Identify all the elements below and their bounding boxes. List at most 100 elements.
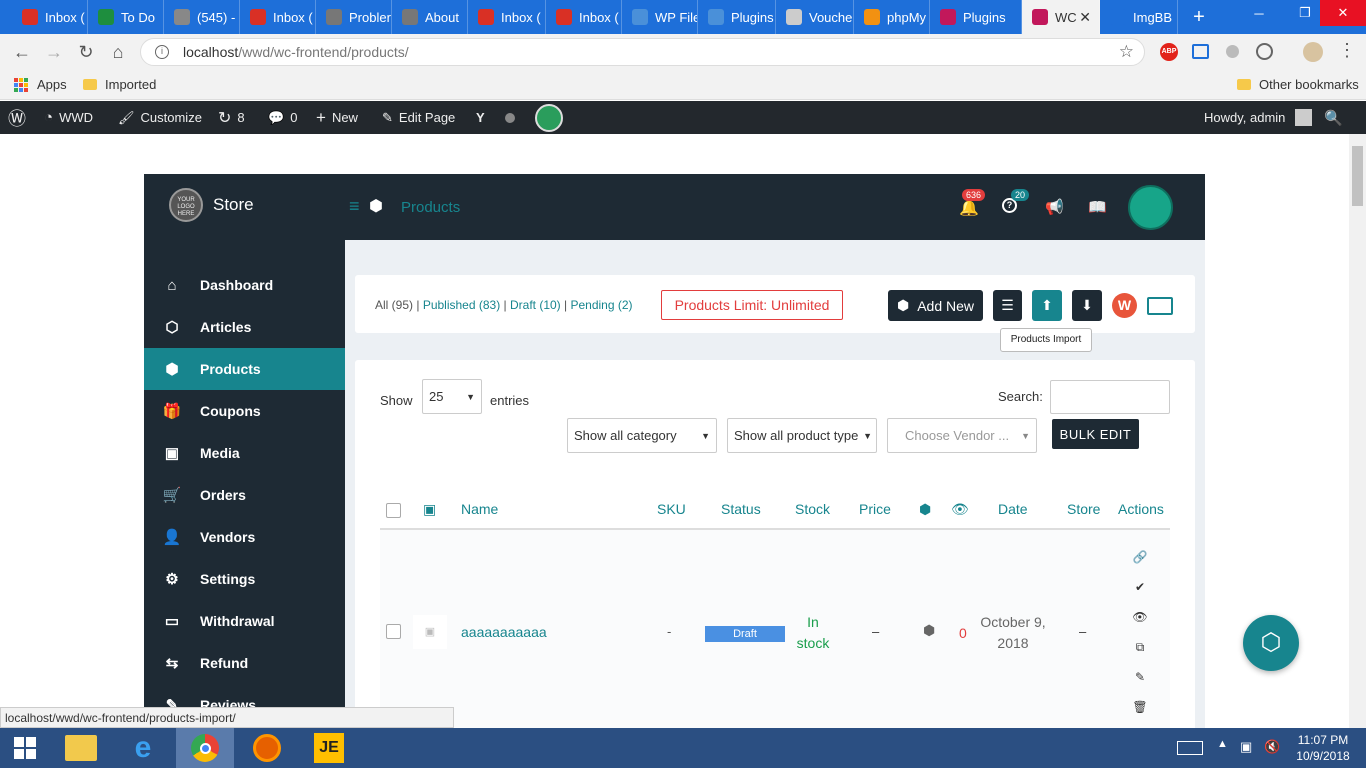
browser-tab[interactable]: ImgBB [1100,0,1178,34]
forward-icon[interactable]: → [38,34,70,70]
sidebar-item-dashboard[interactable]: ⌂ Dashboard [144,264,345,306]
info-icon[interactable]: i [155,45,169,59]
extension-circle-icon[interactable] [1226,45,1239,58]
filter-draft[interactable]: Draft (10) [510,298,561,312]
new-content-link[interactable]: + New [316,101,358,134]
browser-tab[interactable]: WP File [622,0,698,34]
user-avatar[interactable] [1128,185,1173,230]
store-logo[interactable]: YOUR LOGO HERE [169,188,203,222]
vendor-select[interactable]: Choose Vendor ... ▼ [887,418,1037,453]
browser-tab[interactable]: About [392,0,468,34]
sidebar-item-withdrawal[interactable]: ▭ Withdrawal [144,600,345,642]
reload-icon[interactable]: ↻ [70,34,102,70]
other-bookmarks[interactable]: Other bookmarks [1237,77,1359,92]
search-input[interactable] [1050,380,1170,414]
site-name-link[interactable]: ◔ WWD [44,101,93,134]
keyboard-icon[interactable] [1177,741,1203,755]
sidebar-item-products[interactable]: ⬢ Products [144,348,345,390]
knowledgebase-book-icon[interactable]: 📖 [1088,198,1107,216]
start-windows-icon[interactable] [0,728,50,768]
sidebar-item-settings[interactable]: ⚙ Settings [144,558,345,600]
new-tab-button[interactable]: + [1186,4,1212,30]
close-window-button[interactable]: ✕ [1320,0,1366,26]
volume-icon[interactable]: 🔇 [1264,739,1280,755]
notification-bell-icon[interactable]: 🔔 [959,198,979,218]
howdy-admin-link[interactable]: Howdy, admin [1204,101,1313,134]
category-filter-select[interactable]: Show all category ▼ [567,418,717,453]
sidebar-item-orders[interactable]: 🛒 Orders [144,474,345,516]
select-all-checkbox[interactable] [386,503,401,518]
browser-tab[interactable]: Inbox ( [546,0,622,34]
home-icon[interactable]: ⌂ [102,34,134,70]
firefox-icon[interactable] [238,728,296,768]
file-explorer-icon[interactable] [52,728,110,768]
sidebar-item-coupons[interactable]: 🎁 Coupons [144,390,345,432]
sidebar-item-media[interactable]: ▣ Media [144,432,345,474]
add-new-button[interactable]: ⬢ Add New [888,290,983,321]
link-icon[interactable]: 🔗 [1126,542,1154,572]
browser-tab[interactable]: Inbox ( [12,0,88,34]
menu-toggle-icon[interactable]: ≡ [349,196,360,217]
browser-tab[interactable]: (545) - [164,0,240,34]
floating-cube-button[interactable]: ⬡ [1243,615,1299,671]
column-status[interactable]: Status [721,501,761,517]
scrollbar-thumb[interactable] [1352,146,1363,206]
profile-avatar-icon[interactable] [1303,42,1323,62]
column-sku[interactable]: SKU [657,501,686,517]
browser-tab[interactable]: Plugins [930,0,1022,34]
view-eye-icon[interactable]: 👁 [1126,602,1154,632]
internet-explorer-icon[interactable]: e [114,728,172,768]
column-price[interactable]: Price [859,501,891,517]
wordpress-logo-icon[interactable]: Ⓦ [8,101,26,134]
browser-tab[interactable]: Probler [316,0,392,34]
updates-link[interactable]: ↻ 8 [218,101,245,134]
apps-bookmark[interactable]: Apps [14,77,67,92]
close-tab-icon[interactable]: ✕ [1079,9,1091,26]
extension-sync-icon[interactable] [1256,43,1273,60]
browser-tab[interactable]: To Do [88,0,164,34]
products-export-button[interactable]: ⬇ [1072,290,1102,321]
sidebar-item-refund[interactable]: ⇆ Refund [144,642,345,684]
product-name-link[interactable]: aaaaaaaaaaa [461,624,547,640]
yoast-icon[interactable]: Y [476,101,485,134]
product-thumbnail[interactable]: ▣ [413,615,447,649]
entries-select[interactable]: 25 ▼ [422,379,482,414]
star-icon[interactable]: ☆ [1119,42,1134,62]
column-stock[interactable]: Stock [795,501,830,517]
row-checkbox[interactable] [386,624,401,639]
search-icon[interactable]: 🔍 [1324,101,1343,134]
megaphone-icon[interactable]: 📢 [1045,198,1064,216]
column-store[interactable]: Store [1067,501,1100,517]
menu-icon[interactable]: ⋮ [1338,40,1356,61]
product-type-filter-select[interactable]: Show all product type ▼ [727,418,877,453]
browser-tab[interactable]: Inbox ( [468,0,546,34]
filter-all[interactable]: All (95) [375,298,413,312]
browser-tab[interactable]: WC ✕ [1022,0,1100,34]
minimize-button[interactable]: ─ [1236,0,1282,26]
back-icon[interactable]: ← [6,34,38,70]
bulk-edit-button[interactable]: BULK EDIT [1052,419,1139,449]
chrome-icon[interactable] [176,728,234,768]
filter-pending[interactable]: Pending (2) [570,298,632,312]
edit-icon[interactable]: ✎ [1126,662,1154,692]
sidebar-item-vendors[interactable]: 👤 Vendors [144,516,345,558]
customize-link[interactable]: 🖌 Customize [118,101,202,134]
clock[interactable]: 11:07 PM 10/9/2018 [1288,732,1358,764]
column-name[interactable]: Name [461,501,498,517]
filter-published[interactable]: Published (83) [423,298,500,312]
products-import-button[interactable]: ⬆ [1032,290,1062,321]
store-name[interactable]: Store [213,195,254,215]
address-bar[interactable]: i localhost/wwd/wc-frontend/products/ ☆ [140,38,1145,66]
edit-page-link[interactable]: ✎ Edit Page [382,101,455,134]
browser-tab[interactable]: Inbox ( [240,0,316,34]
wcfm-store-icon[interactable] [535,104,563,132]
approve-check-icon[interactable]: ✔ [1126,572,1154,602]
comments-link[interactable]: 💬 0 [268,101,297,134]
desktop-screen-icon[interactable] [1147,297,1173,315]
jetbrains-icon[interactable]: JE [300,728,358,768]
wordpress-backend-icon[interactable]: W [1112,293,1137,318]
column-date[interactable]: Date [998,501,1028,517]
network-icon[interactable]: ▣ [1240,739,1252,755]
browser-tab[interactable]: Vouche [776,0,854,34]
duplicate-icon[interactable]: ⧉ [1126,632,1154,662]
